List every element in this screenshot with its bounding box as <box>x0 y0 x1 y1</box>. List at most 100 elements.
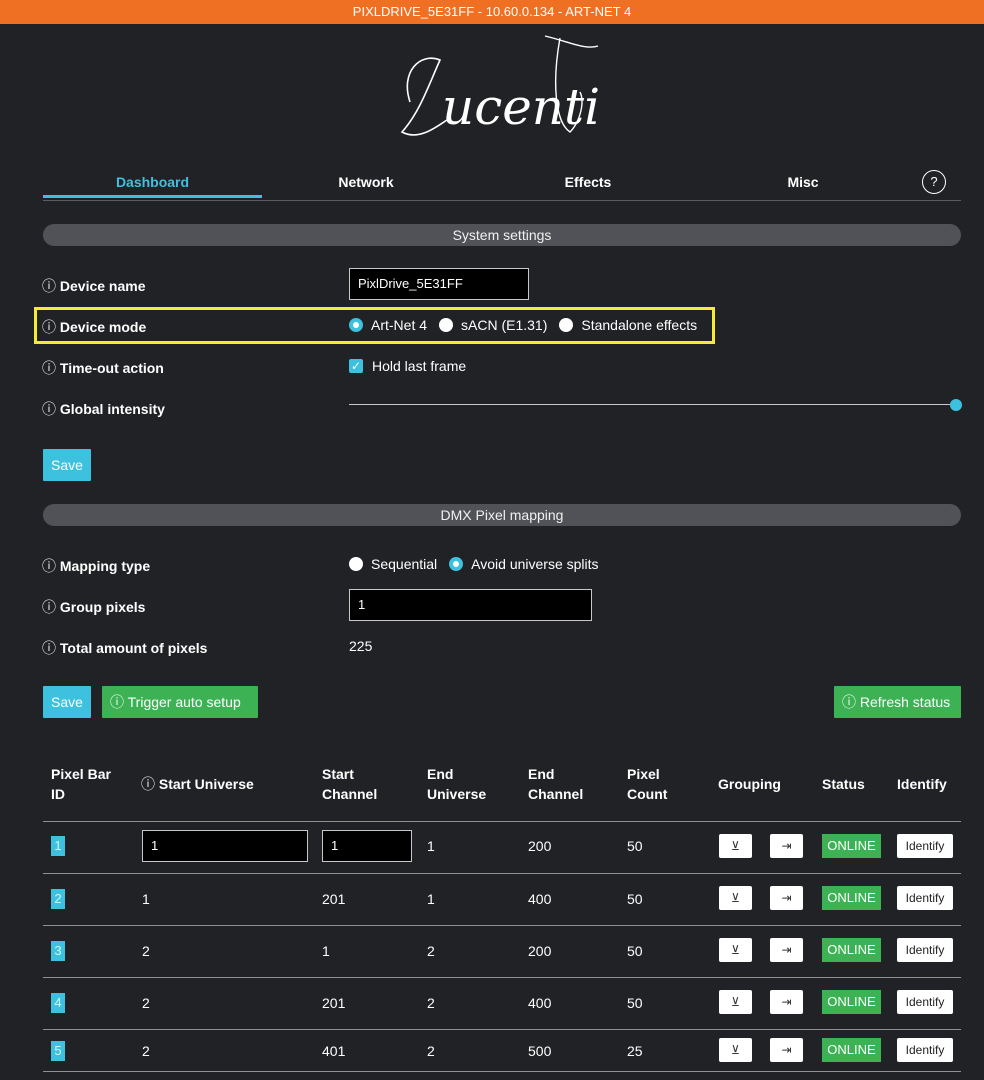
end-universe-cell: 1 <box>427 891 435 907</box>
col-header-end-channel: End Channel <box>528 764 583 804</box>
mapping-sequential-label[interactable]: Sequential <box>371 556 437 572</box>
info-icon[interactable]: ⓘ <box>42 401 56 417</box>
align-right-icon[interactable]: ⇥ <box>770 938 803 962</box>
start-universe-cell[interactable]: 2 <box>142 1043 150 1059</box>
help-icon[interactable]: ? <box>922 170 946 194</box>
col-header-start-channel-line1: Start <box>322 766 354 782</box>
identify-button[interactable]: Identify <box>897 938 953 962</box>
pixel-bar-id: 2 <box>51 889 65 909</box>
col-header-identify: Identify <box>897 776 947 792</box>
tab-misc[interactable]: Misc <box>743 168 863 198</box>
device-mode-radio-group: Art-Net 4 sACN (E1.31) Standalone effect… <box>349 317 709 333</box>
info-icon[interactable]: ⓘ <box>42 278 56 294</box>
logo-wordmark: ucenti <box>442 78 600 136</box>
col-header-end-universe-line1: End <box>427 766 454 782</box>
align-bottom-icon[interactable]: ⊻ <box>719 834 752 858</box>
identify-button[interactable]: Identify <box>897 834 953 858</box>
align-right-icon[interactable]: ⇥ <box>770 834 803 858</box>
system-settings-header: System settings <box>43 224 961 246</box>
trigger-auto-setup-button[interactable]: ⓘ Trigger auto setup <box>102 686 258 718</box>
mapping-type-radio-group: Sequential Avoid universe splits <box>349 556 611 572</box>
pixel-count-cell: 50 <box>627 943 643 959</box>
info-icon[interactable]: ⓘ <box>42 640 56 656</box>
trigger-auto-setup-label: Trigger auto setup <box>127 694 241 710</box>
identify-button[interactable]: Identify <box>897 886 953 910</box>
align-bottom-icon[interactable]: ⊻ <box>719 990 752 1014</box>
device-name-input[interactable]: PixlDrive_5E31FF <box>349 268 529 300</box>
row-divider <box>43 925 961 926</box>
status-badge: ONLINE <box>822 938 881 962</box>
global-intensity-slider-thumb[interactable] <box>950 399 962 411</box>
system-save-button[interactable]: Save <box>43 449 91 481</box>
align-bottom-icon[interactable]: ⊻ <box>719 1038 752 1062</box>
group-pixels-input[interactable]: 1 <box>349 589 592 621</box>
device-mode-sacn-radio[interactable] <box>439 318 454 332</box>
tab-network[interactable]: Network <box>296 168 436 198</box>
device-mode-artnet-radio[interactable] <box>349 318 363 332</box>
align-right-icon[interactable]: ⇥ <box>770 886 803 910</box>
start-universe-cell[interactable]: 2 <box>142 943 150 959</box>
pixel-bar-id: 5 <box>51 1041 65 1061</box>
row-divider <box>43 873 961 874</box>
status-badge: ONLINE <box>822 834 881 858</box>
device-name-label-text: Device name <box>59 278 146 294</box>
dmx-mapping-header: DMX Pixel mapping <box>43 504 961 526</box>
align-right-icon[interactable]: ⇥ <box>770 1038 803 1062</box>
pixel-bar-id: 4 <box>51 993 65 1013</box>
info-icon[interactable]: ⓘ <box>141 776 155 792</box>
group-pixels-label-text: Group pixels <box>59 599 146 615</box>
status-badge: ONLINE <box>822 1038 881 1062</box>
dmx-save-button[interactable]: Save <box>43 686 91 718</box>
identify-button[interactable]: Identify <box>897 990 953 1014</box>
start-channel-cell[interactable]: 1 <box>322 943 330 959</box>
status-badge: ONLINE <box>822 990 881 1014</box>
start-channel-cell[interactable]: 201 <box>322 995 345 1011</box>
start-channel-cell[interactable]: 401 <box>322 1043 345 1059</box>
info-icon[interactable]: ⓘ <box>42 319 56 335</box>
pixel-bar-id: 3 <box>51 941 65 961</box>
total-pixels-label: ⓘ Total amount of pixels <box>42 638 207 658</box>
start-universe-cell[interactable]: 1 <box>142 891 150 907</box>
tab-dashboard[interactable]: Dashboard <box>43 168 262 198</box>
mapping-avoid-splits-label[interactable]: Avoid universe splits <box>471 556 598 572</box>
align-right-icon[interactable]: ⇥ <box>770 990 803 1014</box>
mapping-sequential-radio[interactable] <box>349 557 363 571</box>
end-universe-cell: 1 <box>427 838 435 854</box>
refresh-status-button[interactable]: ⓘ Refresh status <box>834 686 961 718</box>
tabs-divider <box>43 200 961 201</box>
start-universe-input[interactable]: 1 <box>142 830 308 862</box>
align-bottom-icon[interactable]: ⊻ <box>719 886 752 910</box>
col-header-start-universe: ⓘ Start Universe <box>141 774 254 794</box>
end-channel-cell: 400 <box>528 995 552 1011</box>
device-mode-standalone-label[interactable]: Standalone effects <box>581 317 697 333</box>
info-icon[interactable]: ⓘ <box>42 599 56 615</box>
mapping-type-label-text: Mapping type <box>59 558 151 574</box>
lucenti-logo: ucenti <box>380 32 605 160</box>
align-bottom-icon[interactable]: ⊻ <box>719 938 752 962</box>
identify-button[interactable]: Identify <box>897 1038 953 1062</box>
timeout-action-label-text: Time-out action <box>59 360 164 376</box>
end-channel-cell: 200 <box>528 943 552 959</box>
info-icon[interactable]: ⓘ <box>42 558 56 574</box>
mapping-avoid-splits-radio[interactable] <box>449 557 464 571</box>
device-mode-artnet-label[interactable]: Art-Net 4 <box>371 317 427 333</box>
info-icon[interactable]: ⓘ <box>42 360 56 376</box>
device-name-label: ⓘ Device name <box>42 276 146 296</box>
hold-last-frame-checkbox[interactable]: ✓ <box>349 359 363 373</box>
start-channel-input[interactable]: 1 <box>322 830 412 862</box>
total-pixels-value: 225 <box>349 638 373 654</box>
end-universe-cell: 2 <box>427 943 435 959</box>
tab-effects[interactable]: Effects <box>523 168 653 198</box>
end-channel-cell: 500 <box>528 1043 552 1059</box>
start-channel-cell[interactable]: 201 <box>322 891 345 907</box>
global-intensity-slider-track[interactable] <box>349 404 956 405</box>
device-mode-standalone-radio[interactable] <box>559 318 574 332</box>
col-header-start-channel-line2: Channel <box>322 786 378 802</box>
pixel-bar-id: 1 <box>51 836 65 856</box>
device-mode-sacn-label[interactable]: sACN (E1.31) <box>461 317 547 333</box>
hold-last-frame-label[interactable]: Hold last frame <box>372 358 466 374</box>
start-universe-cell[interactable]: 2 <box>142 995 150 1011</box>
col-header-id-line2: ID <box>51 786 65 802</box>
timeout-action-label: ⓘ Time-out action <box>42 358 164 378</box>
lucenti-logo-graphic: ucenti <box>400 35 600 136</box>
